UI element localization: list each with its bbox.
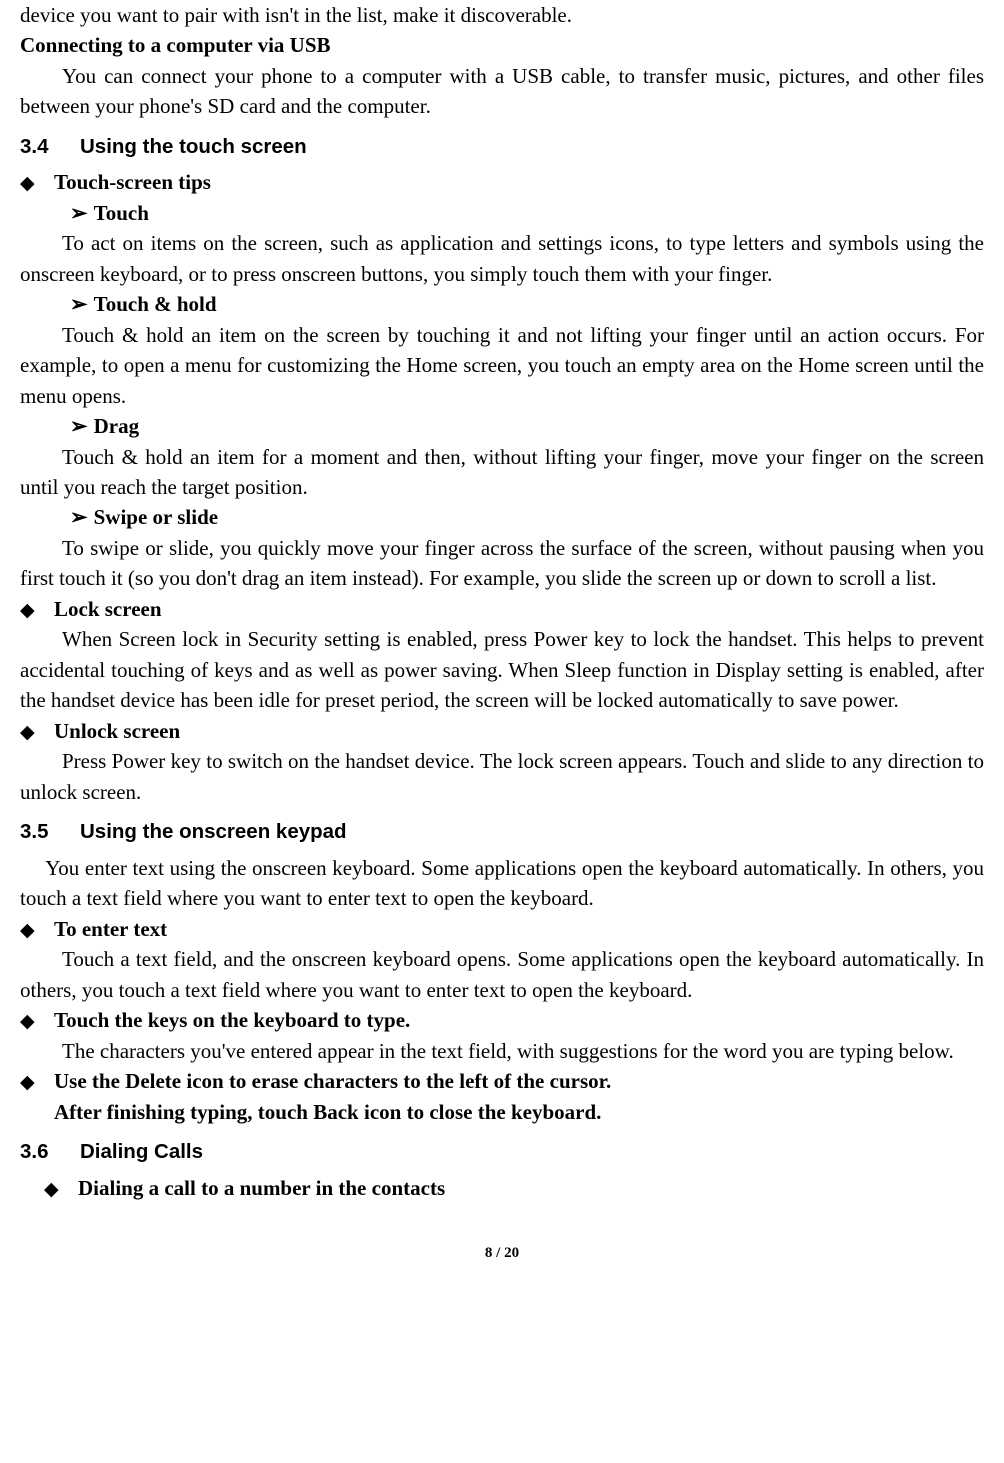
swipe-paragraph: To swipe or slide, you quickly move your… [20, 533, 984, 594]
section-3-5-heading: 3.5Using the onscreen keypad [20, 817, 984, 847]
touch-keys-item: ◆Touch the keys on the keyboard to type. [20, 1005, 984, 1036]
item-label: Dialing a call to a number in the contac… [78, 1176, 445, 1200]
touch-screen-tips-item: ◆Touch-screen tips [20, 167, 984, 198]
arrow-bullet-icon: ➢ [70, 505, 88, 529]
touch-paragraph: To act on items on the screen, such as a… [20, 228, 984, 289]
usb-text: You can connect your phone to a computer… [20, 64, 984, 118]
diamond-bullet-icon: ◆ [20, 917, 54, 945]
section-title: Using the touch screen [80, 135, 307, 158]
lock-screen-item: ◆Lock screen [20, 594, 984, 625]
swipe-subitem: ➢Swipe or slide [20, 502, 984, 532]
keypad-intro-paragraph: You enter text using the onscreen keyboa… [20, 853, 984, 914]
page-footer: 8 / 20 [20, 1243, 984, 1265]
para-text: The characters you've entered appear in … [62, 1039, 954, 1063]
section-title: Using the onscreen keypad [80, 820, 347, 843]
touch-hold-subitem: ➢Touch & hold [20, 289, 984, 319]
subitem-label: Touch & hold [94, 292, 217, 316]
para-text: Touch a text field, and the onscreen key… [20, 947, 984, 1001]
para-text: Touch & hold an item on the screen by to… [20, 323, 984, 408]
arrow-bullet-icon: ➢ [70, 292, 88, 316]
arrow-bullet-icon: ➢ [70, 201, 88, 225]
diamond-bullet-icon: ◆ [20, 597, 54, 625]
item-label: Lock screen [54, 597, 162, 621]
subitem-label: Drag [94, 414, 140, 438]
subitem-label: Touch [94, 201, 149, 225]
unlock-screen-item: ◆Unlock screen [20, 716, 984, 747]
lock-screen-paragraph: When Screen lock in Security setting is … [20, 624, 984, 715]
page-total: 20 [504, 1245, 519, 1261]
section-number: 3.6 [20, 1137, 80, 1167]
section-number: 3.5 [20, 817, 80, 847]
diamond-bullet-icon: ◆ [20, 719, 54, 747]
item-label: To enter text [54, 917, 167, 941]
back-icon-line: After finishing typing, touch Back icon … [20, 1097, 984, 1127]
drag-paragraph: Touch & hold an item for a moment and th… [20, 442, 984, 503]
unlock-screen-paragraph: Press Power key to switch on the handset… [20, 746, 984, 807]
arrow-bullet-icon: ➢ [70, 414, 88, 438]
section-3-4-heading: 3.4Using the touch screen [20, 132, 984, 162]
diamond-bullet-icon: ◆ [20, 170, 54, 198]
item-label: Use the Delete icon to erase characters … [54, 1069, 611, 1093]
para-text: Touch & hold an item for a moment and th… [20, 445, 984, 499]
diamond-bullet-icon: ◆ [44, 1176, 78, 1204]
subitem-label: Swipe or slide [94, 505, 218, 529]
orphan-line: device you want to pair with isn't in th… [20, 0, 984, 30]
section-3-6-heading: 3.6Dialing Calls [20, 1137, 984, 1167]
item-label: Unlock screen [54, 719, 180, 743]
usb-paragraph: You can connect your phone to a computer… [20, 61, 984, 122]
dialing-contacts-item: ◆Dialing a call to a number in the conta… [20, 1173, 984, 1204]
usb-heading: Connecting to a computer via USB [20, 30, 984, 60]
touch-keys-paragraph: The characters you've entered appear in … [20, 1036, 984, 1066]
enter-text-item: ◆To enter text [20, 914, 984, 945]
item-label: Touch-screen tips [54, 170, 211, 194]
item-label: Touch the keys on the keyboard to type. [54, 1008, 410, 1032]
para-text: Press Power key to switch on the handset… [20, 749, 984, 803]
enter-text-paragraph: Touch a text field, and the onscreen key… [20, 944, 984, 1005]
delete-icon-item: ◆Use the Delete icon to erase characters… [20, 1066, 984, 1097]
para-text: You enter text using the onscreen keyboa… [20, 856, 984, 910]
para-text: To act on items on the screen, such as a… [20, 231, 984, 285]
touch-hold-paragraph: Touch & hold an item on the screen by to… [20, 320, 984, 411]
section-number: 3.4 [20, 132, 80, 162]
touch-subitem: ➢Touch [20, 198, 984, 228]
diamond-bullet-icon: ◆ [20, 1008, 54, 1036]
page-separator: / [492, 1245, 504, 1261]
para-text: When Screen lock in Security setting is … [20, 627, 984, 712]
section-title: Dialing Calls [80, 1140, 203, 1163]
diamond-bullet-icon: ◆ [20, 1069, 54, 1097]
drag-subitem: ➢Drag [20, 411, 984, 441]
para-text: To swipe or slide, you quickly move your… [20, 536, 984, 590]
